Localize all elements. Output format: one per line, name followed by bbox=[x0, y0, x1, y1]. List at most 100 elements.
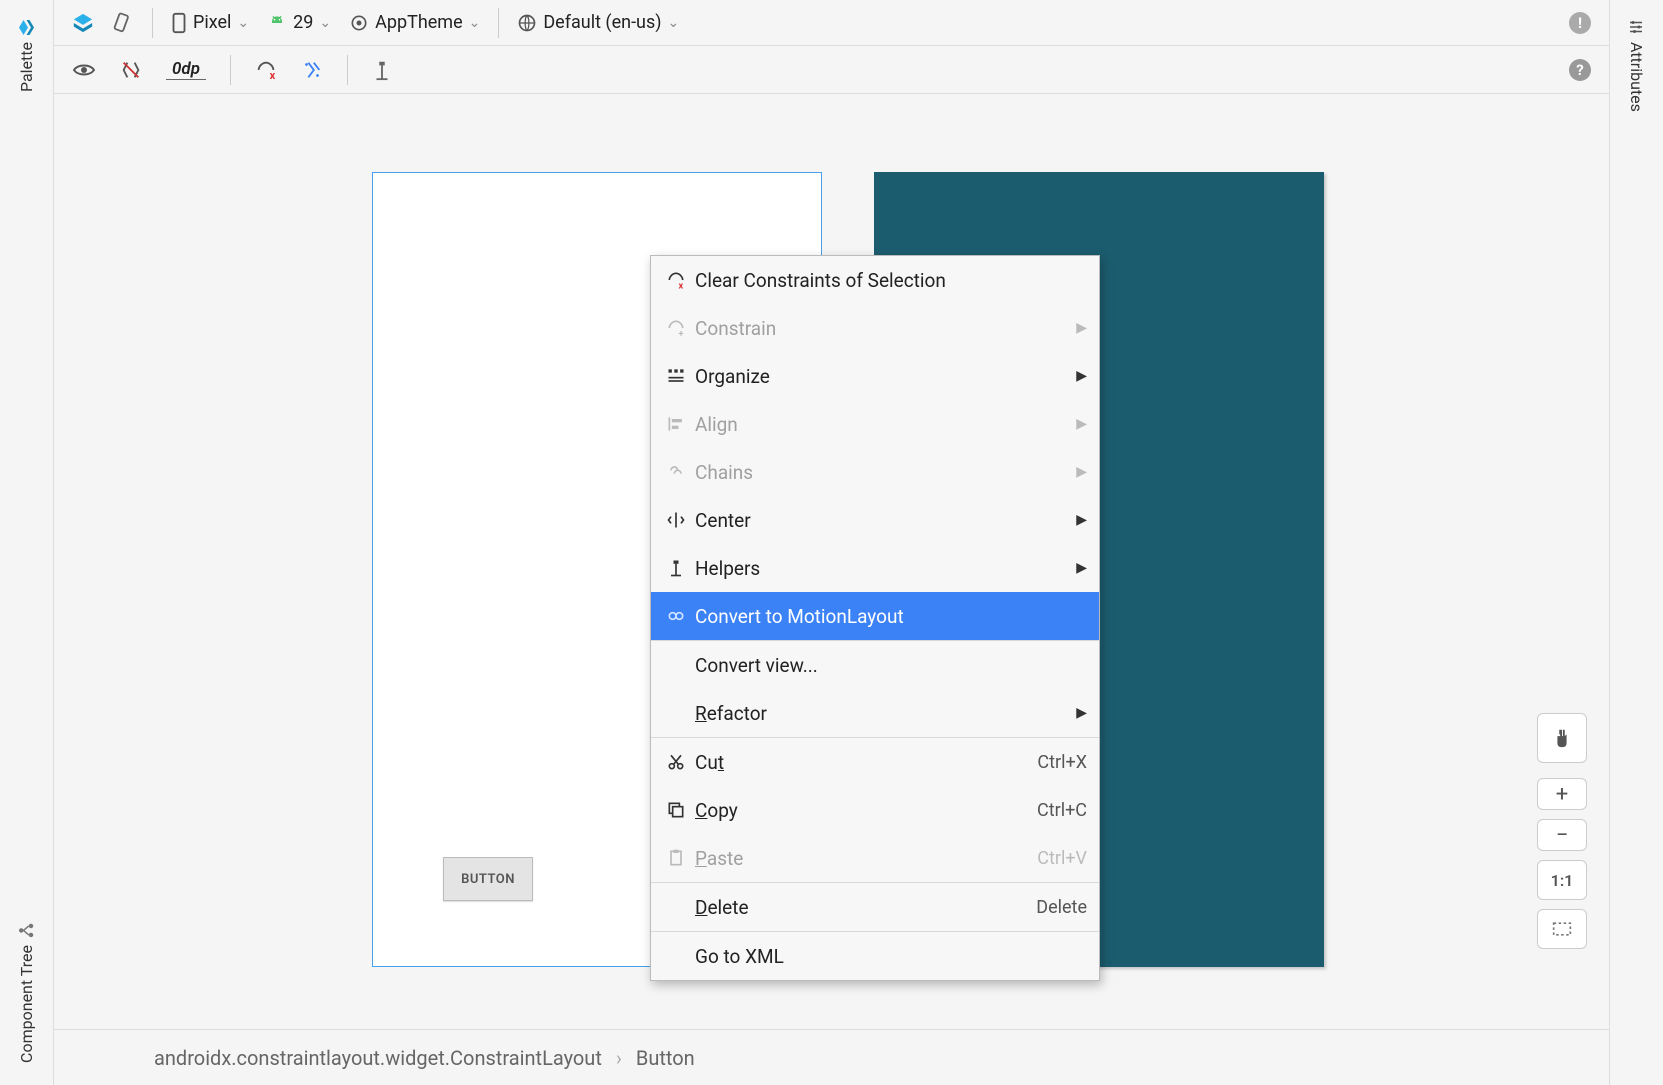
menu-align[interactable]: Align ▶ bbox=[651, 400, 1099, 448]
device-label: Pixel bbox=[193, 12, 231, 33]
zoom-out-button[interactable]: − bbox=[1537, 819, 1587, 851]
separator bbox=[347, 55, 348, 85]
menu-label: Delete bbox=[695, 896, 749, 919]
warnings-button[interactable]: ! bbox=[1561, 8, 1599, 38]
autoconnect-button[interactable] bbox=[112, 55, 150, 85]
submenu-arrow-icon: ▶ bbox=[1076, 464, 1087, 480]
menu-organize[interactable]: Organize ▶ bbox=[651, 352, 1099, 400]
menu-shortcut: Delete bbox=[1036, 897, 1087, 918]
align-icon bbox=[663, 414, 689, 434]
left-side-rail: Palette Component Tree bbox=[0, 0, 54, 1085]
theme-selector[interactable]: AppTheme ⌄ bbox=[341, 8, 488, 37]
palette-label: Palette bbox=[17, 42, 36, 92]
attributes-label: Attributes bbox=[1627, 42, 1646, 112]
button-widget-label: BUTTON bbox=[461, 872, 515, 887]
orientation-button[interactable] bbox=[104, 8, 142, 38]
svg-text:x: x bbox=[270, 69, 276, 81]
component-tree-tab[interactable]: Component Tree bbox=[17, 907, 36, 1077]
warning-icon: ! bbox=[1569, 12, 1591, 34]
breadcrumb: androidx.constraintlayout.widget.Constra… bbox=[54, 1029, 1609, 1085]
svg-text:x: x bbox=[679, 281, 684, 290]
guidelines-button[interactable] bbox=[364, 55, 400, 85]
zoom-in-button[interactable]: + bbox=[1537, 778, 1587, 810]
menu-clear-constraints[interactable]: x Clear Constraints of Selection bbox=[651, 256, 1099, 304]
menu-cut[interactable]: Cut Ctrl+X bbox=[651, 738, 1099, 786]
api-label: 29 bbox=[293, 12, 313, 33]
organize-icon bbox=[663, 366, 689, 386]
separator bbox=[498, 8, 499, 38]
chevron-down-icon: ⌄ bbox=[469, 15, 481, 31]
motion-icon bbox=[663, 606, 689, 626]
helpers-icon bbox=[663, 558, 689, 578]
api-selector[interactable]: 29 ⌄ bbox=[259, 8, 339, 37]
palette-tab[interactable]: Palette bbox=[17, 4, 36, 106]
menu-label: Organize bbox=[695, 365, 770, 388]
menu-goto-xml[interactable]: Go to XML bbox=[651, 932, 1099, 980]
menu-delete[interactable]: Delete Delete bbox=[651, 883, 1099, 931]
component-tree-label: Component Tree bbox=[17, 945, 36, 1063]
clear-constraints-button[interactable]: x bbox=[247, 55, 285, 85]
paste-icon bbox=[663, 848, 689, 868]
chevron-down-icon: ⌄ bbox=[319, 15, 331, 31]
separator bbox=[152, 8, 153, 38]
menu-label: Helpers bbox=[695, 557, 760, 580]
menu-label: Paste bbox=[695, 847, 743, 870]
menu-refactor[interactable]: Refactor ▶ bbox=[651, 689, 1099, 737]
menu-label: Convert to MotionLayout bbox=[695, 605, 904, 628]
cut-icon bbox=[663, 752, 689, 772]
theme-label: AppTheme bbox=[375, 12, 463, 33]
menu-label: Clear Constraints of Selection bbox=[695, 269, 946, 292]
menu-helpers[interactable]: Helpers ▶ bbox=[651, 544, 1099, 592]
menu-shortcut: Ctrl+X bbox=[1037, 752, 1087, 773]
right-side-rail: Attributes bbox=[1609, 0, 1663, 1085]
menu-shortcut: Ctrl+C bbox=[1037, 800, 1087, 821]
submenu-arrow-icon: ▶ bbox=[1076, 560, 1087, 576]
submenu-arrow-icon: ▶ bbox=[1076, 512, 1087, 528]
breadcrumb-root[interactable]: androidx.constraintlayout.widget.Constra… bbox=[154, 1046, 602, 1070]
view-options-button[interactable] bbox=[64, 56, 104, 84]
submenu-arrow-icon: ▶ bbox=[1076, 320, 1087, 336]
locale-label: Default (en-us) bbox=[543, 12, 661, 33]
center-icon bbox=[663, 510, 689, 530]
menu-label: Center bbox=[695, 509, 751, 532]
help-button[interactable]: ? bbox=[1561, 55, 1599, 85]
submenu-arrow-icon: ▶ bbox=[1076, 368, 1087, 384]
chevron-down-icon: ⌄ bbox=[668, 15, 680, 31]
help-icon: ? bbox=[1569, 59, 1591, 81]
menu-constrain[interactable]: + Constrain ▶ bbox=[651, 304, 1099, 352]
default-margin-button[interactable]: 0dp bbox=[158, 55, 214, 84]
context-menu: x Clear Constraints of Selection + Const… bbox=[650, 255, 1100, 981]
menu-label: Convert view... bbox=[695, 654, 818, 677]
chains-icon bbox=[663, 462, 689, 482]
svg-text:+: + bbox=[679, 329, 684, 338]
menu-convert-view[interactable]: Convert view... bbox=[651, 641, 1099, 689]
infer-constraints-button[interactable] bbox=[293, 55, 331, 85]
breadcrumb-leaf[interactable]: Button bbox=[636, 1046, 695, 1070]
design-surface-button[interactable] bbox=[64, 8, 102, 38]
separator bbox=[230, 55, 231, 85]
menu-convert-motionlayout[interactable]: Convert to MotionLayout bbox=[651, 592, 1099, 640]
zoom-fit-button[interactable] bbox=[1537, 909, 1587, 949]
menu-chains[interactable]: Chains ▶ bbox=[651, 448, 1099, 496]
zoom-reset-button[interactable]: 1:1 bbox=[1537, 860, 1587, 900]
design-toolbar: 0dp x ? bbox=[54, 46, 1609, 94]
palette-icon bbox=[18, 18, 36, 37]
menu-label: Align bbox=[695, 413, 738, 436]
attributes-tab[interactable]: Attributes bbox=[1627, 4, 1646, 126]
breadcrumb-separator: › bbox=[616, 1046, 622, 1070]
menu-label: Chains bbox=[695, 461, 753, 484]
pan-button[interactable] bbox=[1537, 713, 1587, 763]
default-margin-value: 0dp bbox=[166, 59, 206, 80]
copy-icon bbox=[663, 800, 689, 820]
button-widget[interactable]: BUTTON bbox=[443, 857, 533, 901]
menu-center[interactable]: Center ▶ bbox=[651, 496, 1099, 544]
locale-selector[interactable]: Default (en-us) ⌄ bbox=[509, 8, 687, 37]
menu-label: Constrain bbox=[695, 317, 776, 340]
tree-icon bbox=[18, 921, 36, 940]
device-selector[interactable]: Pixel ⌄ bbox=[163, 8, 257, 38]
menu-copy[interactable]: Copy Ctrl+C bbox=[651, 786, 1099, 834]
menu-paste[interactable]: Paste Ctrl+V bbox=[651, 834, 1099, 882]
menu-label: Cut bbox=[695, 751, 724, 774]
submenu-arrow-icon: ▶ bbox=[1076, 416, 1087, 432]
submenu-arrow-icon: ▶ bbox=[1076, 705, 1087, 721]
